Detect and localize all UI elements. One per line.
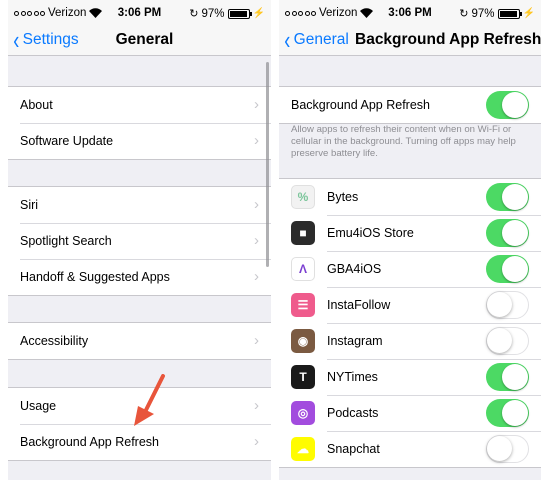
app-row: ☰ InstaFollow bbox=[279, 287, 541, 323]
instafollow-icon: ☰ bbox=[291, 293, 315, 317]
row-label: Usage bbox=[20, 399, 57, 413]
scrollbar[interactable] bbox=[266, 62, 269, 267]
chevron-right-icon: › bbox=[254, 196, 259, 213]
app-row: T NYTimes bbox=[279, 359, 541, 395]
row-spotlight-search[interactable]: Spotlight Search › bbox=[8, 223, 271, 259]
row-label: Background App Refresh bbox=[20, 435, 159, 449]
toggle-knob bbox=[502, 400, 528, 426]
app-row: % Bytes bbox=[279, 179, 541, 215]
battery-percent: 97% bbox=[471, 7, 495, 20]
settings-group: Siri › Spotlight Search › Handoff & Sugges… bbox=[8, 186, 271, 296]
settings-group: About › Software Update › bbox=[8, 86, 271, 160]
gamepad-icon: ■ bbox=[291, 221, 315, 245]
battery-fill bbox=[499, 10, 517, 17]
section-footer-text: Allow apps to refresh their content when… bbox=[291, 124, 516, 159]
bytes-icon: % bbox=[291, 185, 315, 209]
status-bar: Verizon 3:06 PM ↻ 97% ⚡ bbox=[8, 0, 271, 26]
toggle-knob bbox=[487, 328, 512, 353]
rotation-lock-icon: ↻ bbox=[459, 8, 469, 20]
battery-percent: 97% bbox=[201, 7, 225, 20]
app-toggle-switch[interactable] bbox=[486, 255, 529, 283]
toggle-knob bbox=[487, 436, 512, 461]
app-list: % Bytes ■ Emu4iOS Store Λ GBA4iOS ☰ InstaFollow… bbox=[279, 178, 541, 468]
instagram-icon: ◉ bbox=[291, 329, 315, 353]
row-label: Siri bbox=[20, 198, 39, 212]
chevron-right-icon: › bbox=[254, 132, 259, 149]
navigation-bar: ‹ General Background App Refresh bbox=[279, 26, 541, 56]
settings-group: Accessibility › bbox=[8, 322, 271, 360]
nytimes-icon: T bbox=[291, 365, 315, 389]
toggle-knob bbox=[502, 92, 528, 118]
charging-icon: ⚡ bbox=[252, 8, 265, 19]
back-button[interactable]: ‹ General bbox=[283, 25, 349, 55]
navigation-bar: ‹ Settings General bbox=[8, 26, 271, 56]
status-bar: Verizon 3:06 PM ↻ 97% ⚡ bbox=[279, 0, 541, 26]
app-toggle-switch[interactable] bbox=[486, 183, 529, 211]
app-name: GBA4iOS bbox=[327, 262, 382, 276]
app-row: Λ GBA4iOS bbox=[279, 251, 541, 287]
app-name: Podcasts bbox=[327, 406, 379, 420]
app-toggle-switch[interactable] bbox=[486, 327, 529, 355]
chevron-left-icon: ‹ bbox=[284, 25, 291, 55]
podcasts-icon: ◎ bbox=[291, 401, 315, 425]
app-name: InstaFollow bbox=[327, 298, 391, 312]
page-title: General bbox=[115, 31, 174, 48]
toggle-knob bbox=[487, 292, 512, 317]
row-siri[interactable]: Siri › bbox=[8, 187, 271, 223]
row-label: Spotlight Search bbox=[20, 234, 112, 248]
app-toggle-switch[interactable] bbox=[486, 399, 529, 427]
row-label: Accessibility bbox=[20, 334, 89, 348]
app-name: NYTimes bbox=[327, 370, 378, 384]
battery-fill bbox=[229, 10, 247, 17]
app-toggle-switch[interactable] bbox=[486, 363, 529, 391]
toggle-knob bbox=[502, 184, 528, 210]
chevron-right-icon: › bbox=[254, 96, 259, 113]
annotation-arrow-icon bbox=[134, 374, 165, 426]
back-label: General bbox=[293, 31, 349, 48]
battery-icon bbox=[227, 8, 252, 19]
master-toggle-switch[interactable] bbox=[486, 91, 529, 119]
chevron-right-icon: › bbox=[254, 433, 259, 450]
row-software-update[interactable]: Software Update › bbox=[8, 123, 271, 159]
app-name: Snapchat bbox=[327, 442, 380, 456]
row-label: Handoff & Suggested Apps bbox=[20, 270, 170, 284]
app-name: Emu4iOS Store bbox=[327, 226, 414, 240]
charging-icon: ⚡ bbox=[522, 8, 535, 19]
toggle-knob bbox=[502, 220, 528, 246]
app-row: ◉ Instagram bbox=[279, 323, 541, 359]
app-toggle-switch[interactable] bbox=[486, 435, 529, 463]
toggle-knob bbox=[502, 364, 528, 390]
background-app-refresh-screen: Verizon 3:06 PM ↻ 97% ⚡ ‹ General Backgr… bbox=[279, 0, 541, 480]
app-toggle-switch[interactable] bbox=[486, 291, 529, 319]
row-label: Software Update bbox=[20, 134, 114, 148]
row-label: About bbox=[20, 98, 53, 112]
row-handoff[interactable]: Handoff & Suggested Apps › bbox=[8, 259, 271, 295]
app-row: ☁ Snapchat bbox=[279, 431, 541, 467]
gba4ios-icon: Λ bbox=[291, 257, 315, 281]
app-row: ■ Emu4iOS Store bbox=[279, 215, 541, 251]
toggle-knob bbox=[502, 256, 528, 282]
row-about[interactable]: About › bbox=[8, 87, 271, 123]
row-label: Background App Refresh bbox=[291, 98, 430, 112]
page-title: Background App Refresh bbox=[355, 31, 541, 48]
row-accessibility[interactable]: Accessibility › bbox=[8, 323, 271, 359]
app-name: Instagram bbox=[327, 334, 383, 348]
rotation-lock-icon: ↻ bbox=[189, 8, 199, 20]
app-row: ◎ Podcasts bbox=[279, 395, 541, 431]
battery-icon bbox=[497, 8, 522, 19]
master-toggle-group: Background App Refresh bbox=[279, 86, 541, 124]
snapchat-icon: ☁ bbox=[291, 437, 315, 461]
row-background-app-refresh: Background App Refresh bbox=[279, 87, 541, 123]
chevron-right-icon: › bbox=[254, 268, 259, 285]
chevron-right-icon: › bbox=[254, 397, 259, 414]
chevron-right-icon: › bbox=[254, 332, 259, 349]
chevron-right-icon: › bbox=[254, 232, 259, 249]
app-toggle-switch[interactable] bbox=[486, 219, 529, 247]
app-name: Bytes bbox=[327, 190, 359, 204]
